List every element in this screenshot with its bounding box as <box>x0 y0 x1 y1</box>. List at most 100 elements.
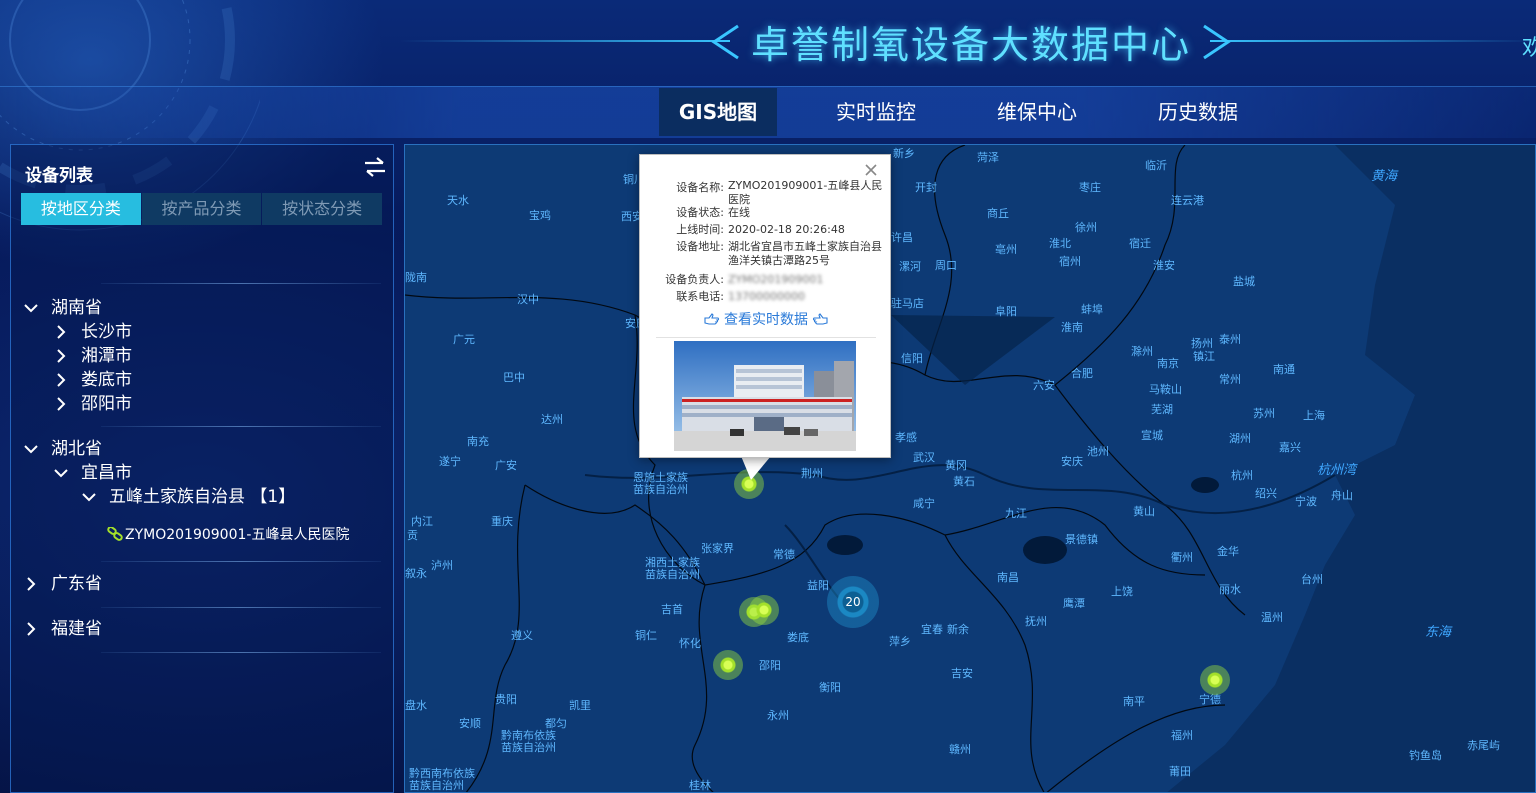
device-marker[interactable] <box>713 650 743 680</box>
chevron-right-icon <box>53 372 69 388</box>
map-label: 叙永 <box>405 567 427 580</box>
tree-item-loudi[interactable]: 娄底市 <box>53 368 132 392</box>
tree-label: 福建省 <box>51 619 102 639</box>
tree-label: 湖南省 <box>51 298 102 318</box>
map-label: 宝鸡 <box>529 209 551 222</box>
map-label: 吉首 <box>661 603 683 616</box>
close-icon[interactable] <box>864 163 878 177</box>
tab-realtime-monitor[interactable]: 实时监控 <box>796 88 956 136</box>
hospital-photo <box>674 341 856 451</box>
popup-value: 2020-02-18 20:26:48 <box>728 223 845 236</box>
map-label: 宿州 <box>1059 255 1081 268</box>
map-label: 遵义 <box>511 629 533 642</box>
map-label: 南通 <box>1273 363 1295 376</box>
map-label: 重庆 <box>491 515 513 528</box>
chevron-right-icon <box>23 621 39 637</box>
map-label: 安庆 <box>1061 455 1083 468</box>
tree-item-yichang[interactable]: 宜昌市 <box>53 461 132 485</box>
map-label: 新余 <box>947 623 969 636</box>
tree-item-guangdong[interactable]: 广东省 <box>23 572 102 596</box>
tree-item-hunan[interactable]: 湖南省 <box>23 296 102 320</box>
popup-key: 联系电话: <box>676 290 724 303</box>
map-label: 安顺 <box>459 717 481 730</box>
swap-arrows-icon[interactable] <box>363 157 387 177</box>
gis-map[interactable]: 新乡 菏泽 临沂 黄海 铜川 天水 宝鸡 西安 开封 商丘 枣庄 连云港 徐州 … <box>404 144 1536 793</box>
map-label: 衡阳 <box>819 681 841 694</box>
popup-value: ZYMO201909001-五峰县人民医院 <box>728 179 883 206</box>
map-label: 亳州 <box>995 243 1017 256</box>
tree-item-device[interactable]: ZYMO201909001-五峰县人民医院 <box>107 523 349 547</box>
popup-divider <box>656 337 876 338</box>
tree-item-changsha[interactable]: 长沙市 <box>53 320 132 344</box>
map-label: 盘水 <box>405 699 427 712</box>
tree-separator <box>101 283 381 284</box>
map-label: 南平 <box>1123 695 1145 708</box>
map-label: 达州 <box>541 413 563 426</box>
map-label: 荆州 <box>801 467 823 480</box>
tab-gis-map[interactable]: GIS地图 <box>659 88 777 136</box>
tree-separator <box>101 561 381 562</box>
map-label: 嘉兴 <box>1279 441 1301 454</box>
tree-label: ZYMO201909001-五峰县人民医院 <box>125 527 350 543</box>
tree-item-shaoyang[interactable]: 邵阳市 <box>53 392 132 416</box>
map-label: 湖州 <box>1229 432 1251 445</box>
device-marker[interactable] <box>1200 665 1230 695</box>
map-label: 汉中 <box>517 293 539 306</box>
map-label: 贵阳 <box>495 693 517 706</box>
map-label: 黄石 <box>953 475 975 488</box>
chevron-down-icon <box>53 465 69 481</box>
map-label: 黔南布依族苗族自治州 <box>501 729 556 754</box>
map-label: 景德镇 <box>1065 533 1098 546</box>
map-label: 常德 <box>773 548 795 561</box>
map-label: 周口 <box>935 259 957 272</box>
tree-item-hubei[interactable]: 湖北省 <box>23 437 102 461</box>
map-label: 信阳 <box>901 352 923 365</box>
map-label: 娄底 <box>787 631 809 644</box>
device-marker[interactable] <box>749 595 779 625</box>
map-label: 黔西南布依族苗族自治州 <box>409 767 475 792</box>
chevron-right-icon <box>23 576 39 592</box>
tree-item-fujian[interactable]: 福建省 <box>23 617 102 641</box>
map-label: 驻马店 <box>891 297 924 310</box>
tree-label: 长沙市 <box>81 322 132 342</box>
map-label: 滁州 <box>1131 345 1153 358</box>
map-label: 许昌 <box>891 231 913 244</box>
tab-by-status[interactable]: 按状态分类 <box>262 193 383 225</box>
tab-maintenance-center[interactable]: 维保中心 <box>957 88 1117 136</box>
map-geography <box>405 145 1535 792</box>
chevron-down-icon <box>23 441 39 457</box>
tree-label: 广东省 <box>51 574 102 594</box>
map-label: 张家界 <box>701 542 734 555</box>
map-label: 舟山 <box>1331 489 1353 502</box>
map-label: 六安 <box>1033 379 1055 392</box>
map-label: 宿迁 <box>1129 237 1151 250</box>
map-label: 衢州 <box>1171 551 1193 564</box>
tab-history-data[interactable]: 历史数据 <box>1118 88 1278 136</box>
tree-label: 湖北省 <box>51 439 102 459</box>
tree-item-xiangtan[interactable]: 湘潭市 <box>53 344 132 368</box>
map-label: 绍兴 <box>1255 487 1277 500</box>
hand-point-right-icon <box>703 313 719 325</box>
map-label: 南充 <box>467 435 489 448</box>
map-label: 桂林 <box>689 779 711 792</box>
popup-key: 设备名称: <box>676 181 724 194</box>
tab-by-region[interactable]: 按地区分类 <box>21 193 141 225</box>
view-realtime-data-link[interactable]: 查看实时数据 <box>640 309 892 329</box>
map-label: 天水 <box>447 194 469 207</box>
device-list-panel: 设备列表 按地区分类 按产品分类 按状态分类 湖南省 长沙市 湘潭市 娄底市 邵… <box>10 144 394 793</box>
map-label: 萍乡 <box>889 635 911 648</box>
map-label: 九江 <box>1005 507 1027 520</box>
device-list-title: 设备列表 <box>25 166 93 186</box>
map-label: 南京 <box>1157 357 1179 370</box>
tree-label: 邵阳市 <box>81 394 132 414</box>
map-label: 黄冈 <box>945 459 967 472</box>
tab-by-product[interactable]: 按产品分类 <box>141 193 262 225</box>
map-label: 凯里 <box>569 699 591 712</box>
map-label: 怀化 <box>679 637 701 650</box>
map-label: 贡 <box>407 529 418 542</box>
chevron-down-icon <box>81 489 97 505</box>
page-title: 卓誉制氧设备大数据中心 <box>750 23 1191 67</box>
tree-item-wufeng[interactable]: 五峰土家族自治县 【1】 <box>81 485 295 509</box>
popup-value: 在线 <box>728 206 750 219</box>
device-cluster[interactable]: 20 <box>827 576 879 628</box>
